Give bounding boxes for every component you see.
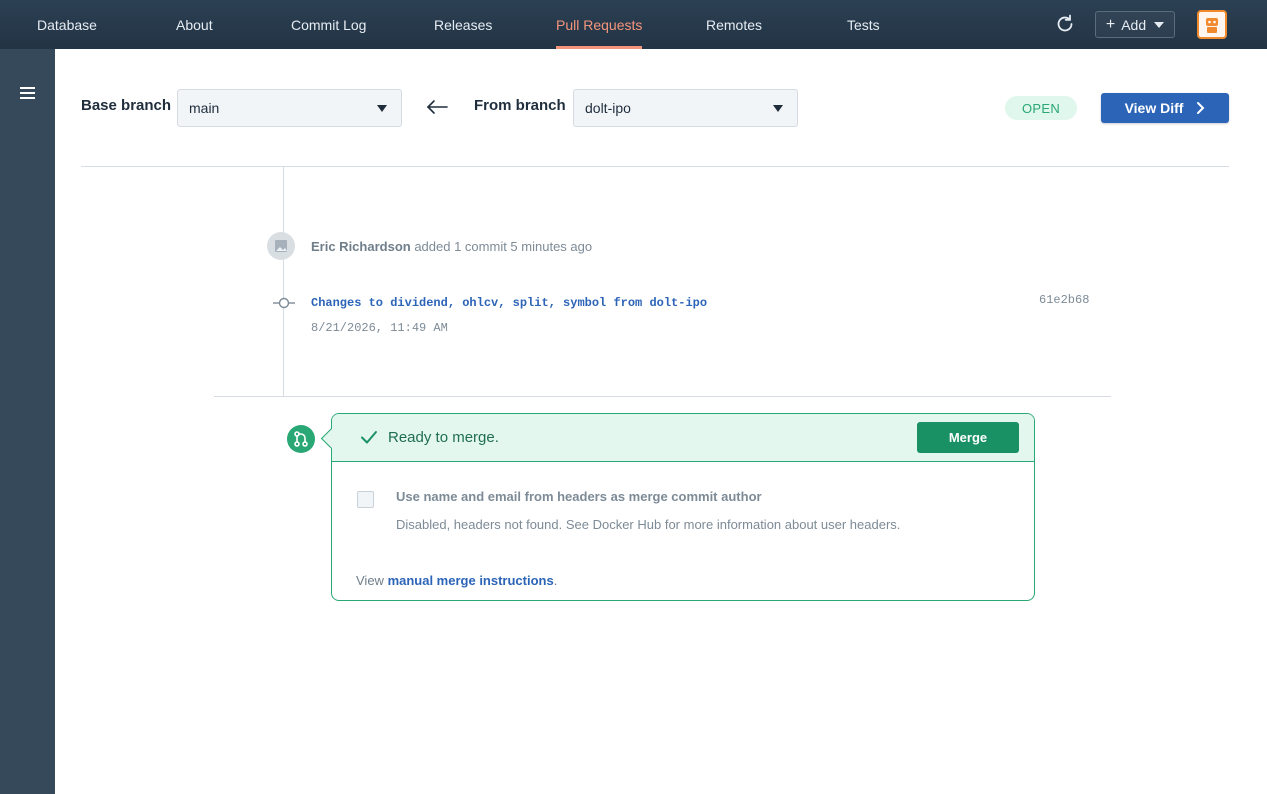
top-nav: Database About Commit Log Releases Pull … — [0, 0, 1267, 49]
manual-merge-instructions-link[interactable]: manual merge instructions — [388, 573, 554, 588]
tab-commit-log[interactable]: Commit Log — [291, 0, 366, 49]
commit-date: 8/21/2026, 11:49 AM — [311, 321, 448, 335]
author-name[interactable]: Eric Richardson — [311, 239, 411, 254]
chevron-right-icon — [1197, 102, 1205, 114]
add-button[interactable]: + Add — [1095, 11, 1175, 38]
user-avatar[interactable] — [1197, 10, 1227, 39]
menu-icon[interactable] — [20, 87, 35, 99]
tab-remotes[interactable]: Remotes — [706, 0, 762, 49]
check-icon — [360, 429, 378, 445]
instructions-suffix: . — [553, 573, 558, 588]
instructions-prefix: View — [356, 573, 388, 588]
view-diff-label: View Diff — [1124, 100, 1184, 116]
from-branch-value: dolt-ipo — [585, 100, 631, 116]
merge-author-help-text: Disabled, headers not found. See Docker … — [396, 517, 901, 532]
tab-tests[interactable]: Tests — [847, 0, 880, 49]
view-diff-button[interactable]: View Diff — [1101, 93, 1229, 123]
activity-action: added 1 commit 5 minutes ago — [414, 239, 593, 254]
author-avatar — [267, 232, 295, 260]
merge-panel: Ready to merge. Merge Use name and email… — [331, 413, 1035, 601]
caret-down-icon — [377, 105, 387, 112]
from-branch-label: From branch — [474, 97, 566, 114]
activity-text: Eric Richardson added 1 commit 5 minutes… — [311, 239, 592, 254]
base-branch-select[interactable]: main — [177, 89, 402, 127]
image-placeholder-icon — [275, 240, 287, 252]
sidebar — [0, 49, 55, 794]
merge-button[interactable]: Merge — [917, 422, 1019, 453]
robot-avatar-icon — [1206, 17, 1218, 33]
tab-pull-requests[interactable]: Pull Requests — [556, 0, 643, 49]
commit-message-link[interactable]: Changes to dividend, ohlcv, split, symbo… — [311, 296, 707, 310]
merge-author-checkbox[interactable] — [357, 491, 374, 508]
status-badge: OPEN — [1005, 96, 1077, 120]
add-button-label: Add — [1121, 16, 1147, 33]
refresh-icon[interactable] — [1054, 13, 1076, 35]
tab-database[interactable]: Database — [37, 0, 97, 49]
merge-icon — [287, 425, 315, 453]
caret-down-icon — [1154, 21, 1165, 28]
merge-author-checkbox-label: Use name and email from headers as merge… — [396, 489, 762, 504]
timeline-line — [283, 167, 284, 396]
base-branch-label: Base branch — [81, 97, 172, 114]
merge-panel-header: Ready to merge. Merge — [332, 414, 1034, 462]
caret-down-icon — [773, 105, 783, 112]
divider — [81, 166, 1229, 167]
commit-node-icon — [273, 296, 295, 310]
ready-to-merge-text: Ready to merge. — [388, 429, 499, 446]
commit-hash[interactable]: 61e2b68 — [1039, 293, 1089, 307]
tab-about[interactable]: About — [176, 0, 213, 49]
merge-instructions: View manual merge instructions. — [356, 573, 557, 588]
base-branch-value: main — [189, 100, 220, 116]
from-branch-select[interactable]: dolt-ipo — [573, 89, 798, 127]
plus-icon: + — [1105, 15, 1116, 33]
tab-releases[interactable]: Releases — [434, 0, 492, 49]
arrow-left-icon — [425, 97, 449, 117]
divider — [214, 396, 1111, 397]
